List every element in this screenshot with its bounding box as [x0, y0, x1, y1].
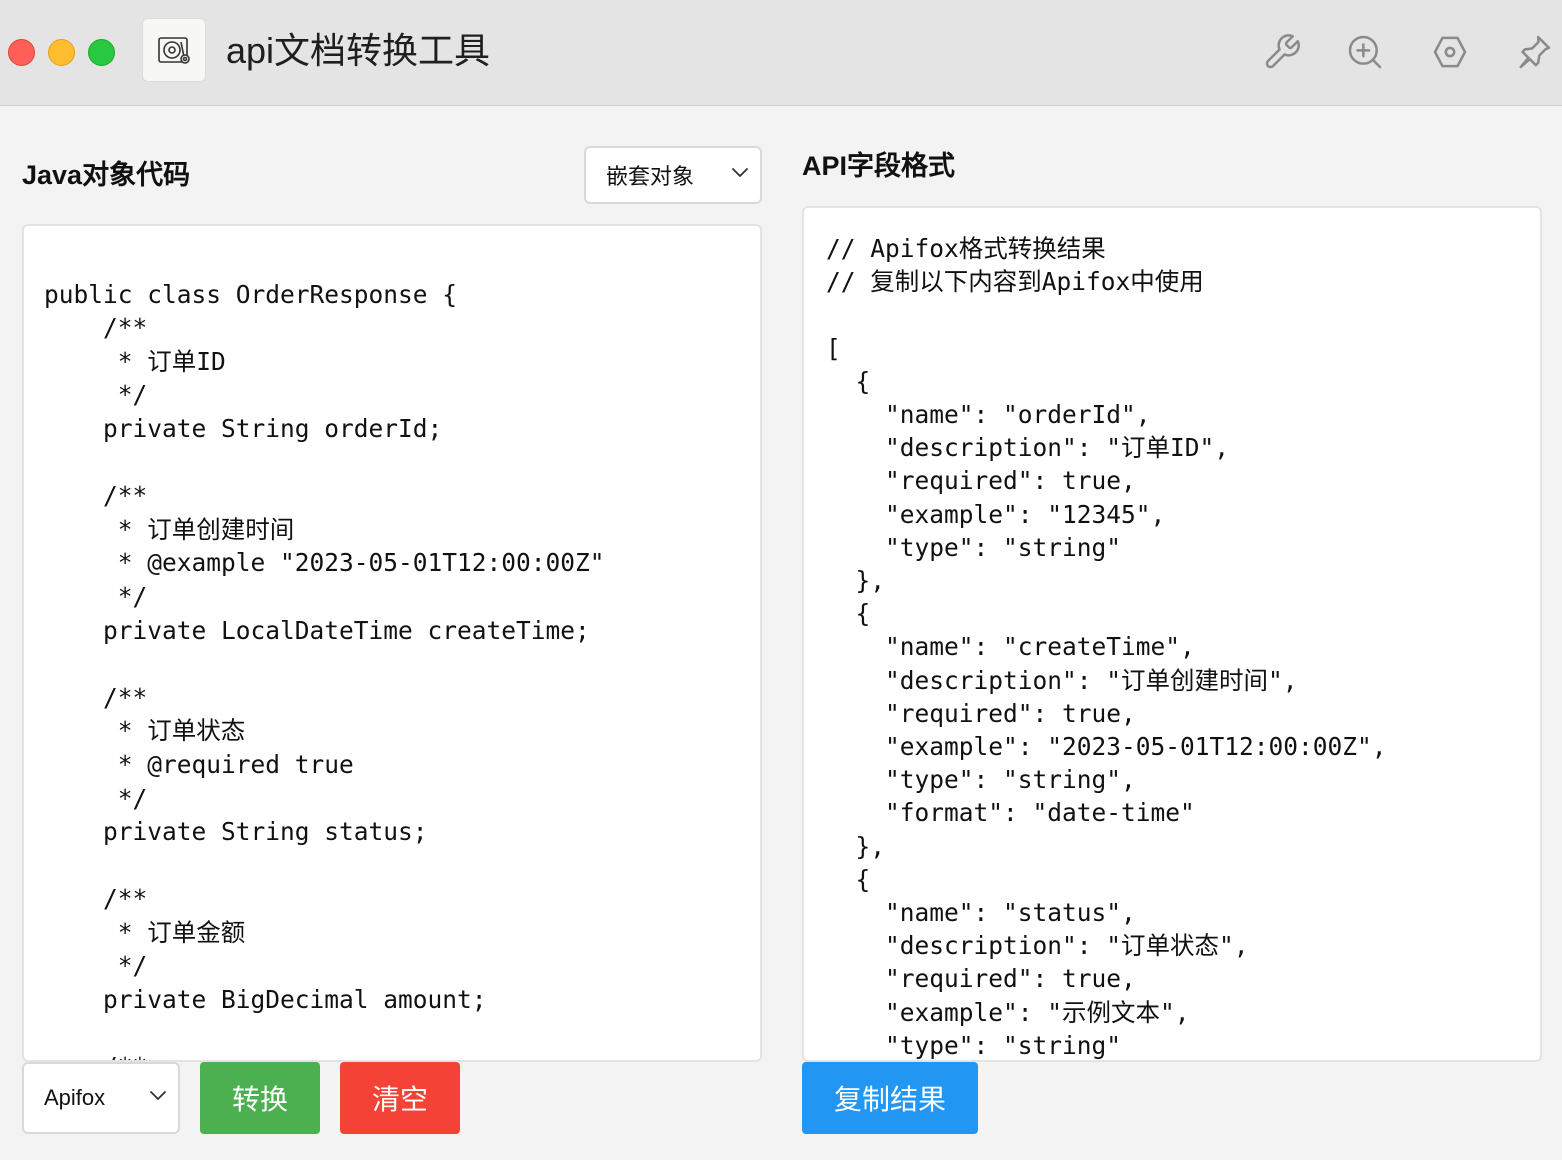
- chevron-down-icon: [148, 1085, 168, 1111]
- turntable-gear-icon: [142, 18, 206, 82]
- api-output-text[interactable]: // Apifox格式转换结果 // 复制以下内容到Apifox中使用 [ { …: [826, 232, 1387, 1060]
- zoom-in-icon[interactable]: [1341, 28, 1389, 76]
- minimize-window-button[interactable]: [48, 39, 75, 66]
- maximize-window-button[interactable]: [88, 39, 115, 66]
- java-code-text[interactable]: public class OrderResponse { /** * 订单ID …: [44, 244, 605, 1060]
- java-code-editor[interactable]: public class OrderResponse { /** * 订单ID …: [22, 224, 762, 1062]
- app-title: api文档转换工具: [226, 30, 491, 71]
- mode-select[interactable]: 嵌套对象: [584, 146, 762, 204]
- title-bar: api文档转换工具: [0, 0, 1562, 106]
- format-select[interactable]: Apifox: [22, 1062, 180, 1134]
- java-code-title: Java对象代码: [22, 160, 191, 190]
- clear-button[interactable]: 清空: [340, 1062, 460, 1134]
- pin-icon[interactable]: [1510, 28, 1558, 76]
- wrench-icon[interactable]: [1258, 28, 1306, 76]
- copy-result-button[interactable]: 复制结果: [802, 1062, 978, 1134]
- mode-select-value: 嵌套对象: [606, 164, 695, 189]
- close-window-button[interactable]: [8, 39, 35, 66]
- hexagon-settings-icon[interactable]: [1426, 28, 1474, 76]
- format-select-value: Apifox: [44, 1085, 106, 1110]
- api-format-title: API字段格式: [802, 151, 956, 181]
- chevron-down-icon: [730, 162, 750, 188]
- api-output-panel[interactable]: // Apifox格式转换结果 // 复制以下内容到Apifox中使用 [ { …: [802, 206, 1542, 1062]
- convert-button[interactable]: 转换: [200, 1062, 320, 1134]
